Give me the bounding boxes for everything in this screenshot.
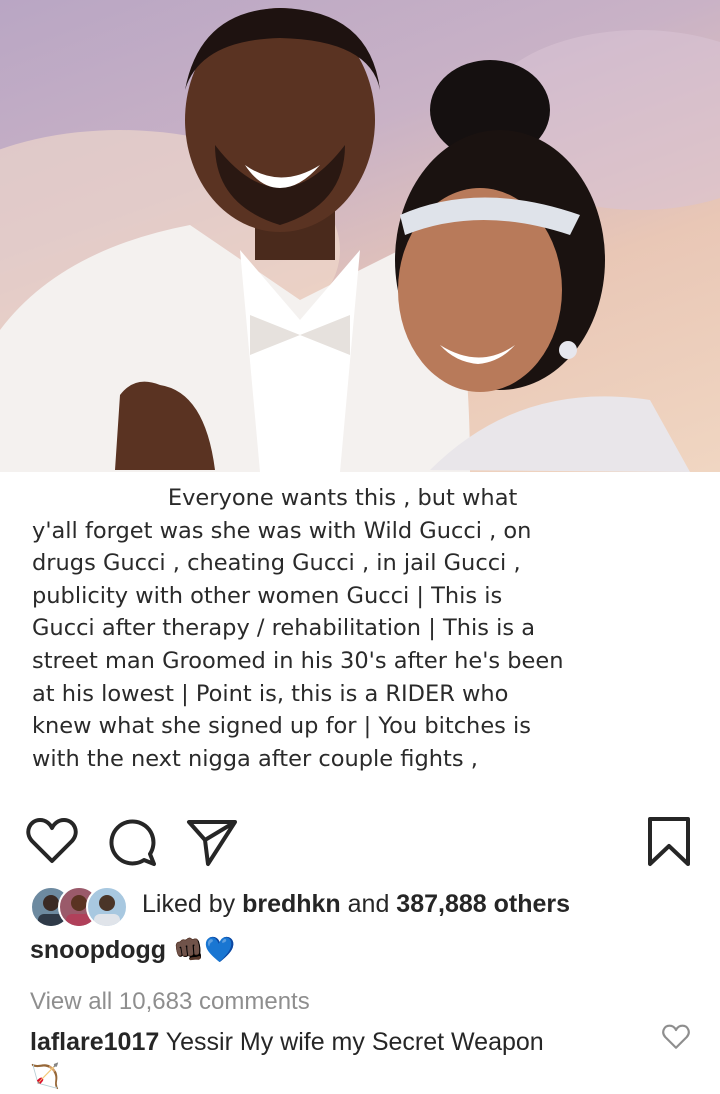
top-comment: laflare1017 Yessir My wife my Secret Wea… xyxy=(30,1028,544,1057)
caption-username[interactable]: snoopdogg xyxy=(30,936,166,964)
heart-icon[interactable] xyxy=(26,818,78,869)
bow-arrow-emoji: 🏹 xyxy=(30,1063,60,1090)
wedding-photo-illustration xyxy=(0,8,720,472)
bookmark-icon[interactable] xyxy=(646,816,692,873)
liker-username[interactable]: bredhkn xyxy=(242,890,341,918)
avatar[interactable] xyxy=(86,886,128,928)
comment-username[interactable]: laflare1017 xyxy=(30,1028,159,1056)
like-comment-heart-icon[interactable] xyxy=(662,1024,690,1055)
post-caption: snoopdogg 👊🏿💙 xyxy=(30,936,235,965)
caption-line: with the next nigga after couple fights … xyxy=(32,745,478,772)
likes-and: and xyxy=(340,890,397,918)
caption-line: drugs Gucci , cheating Gucci , in jail G… xyxy=(32,550,521,577)
caption-line: publicity with other women Gucci | This … xyxy=(32,582,503,609)
caption-line: Gucci after therapy / rehabilitation | T… xyxy=(32,615,535,642)
comment-emoji: 🏹 xyxy=(30,1062,60,1091)
caption-line: knew what she signed up for | You bitche… xyxy=(32,713,532,740)
wedding-photo xyxy=(0,0,720,472)
caption-line: at his lowest | Point is, this is a RIDE… xyxy=(32,680,509,707)
likes-row[interactable]: Liked by bredhkn and 387,888 others xyxy=(30,884,710,928)
likes-count[interactable]: 387,888 others xyxy=(396,890,570,918)
caption-line: Everyone wants this , but what xyxy=(32,485,518,511)
caption-line: y'all forget was she was with Wild Gucci… xyxy=(32,517,532,544)
share-icon[interactable] xyxy=(186,818,238,873)
caption-emoji: 👊🏿💙 xyxy=(173,936,236,964)
liker-avatars[interactable] xyxy=(30,886,130,928)
post-image[interactable]: Everyone wants this , but what y'all for… xyxy=(0,0,720,810)
post-actions-bar xyxy=(0,808,720,868)
likes-prefix: Liked by xyxy=(142,890,243,918)
comment-icon[interactable] xyxy=(106,816,158,873)
image-caption-text: Everyone wants this , but what y'all for… xyxy=(32,482,672,775)
caption-line: street man Groomed in his 30's after he'… xyxy=(32,647,564,674)
view-all-comments-link[interactable]: View all 10,683 comments xyxy=(30,988,310,1016)
likes-text: Liked by bredhkn and 387,888 others xyxy=(142,890,570,919)
comment-text: Yessir My wife my Secret Weapon xyxy=(159,1028,544,1056)
